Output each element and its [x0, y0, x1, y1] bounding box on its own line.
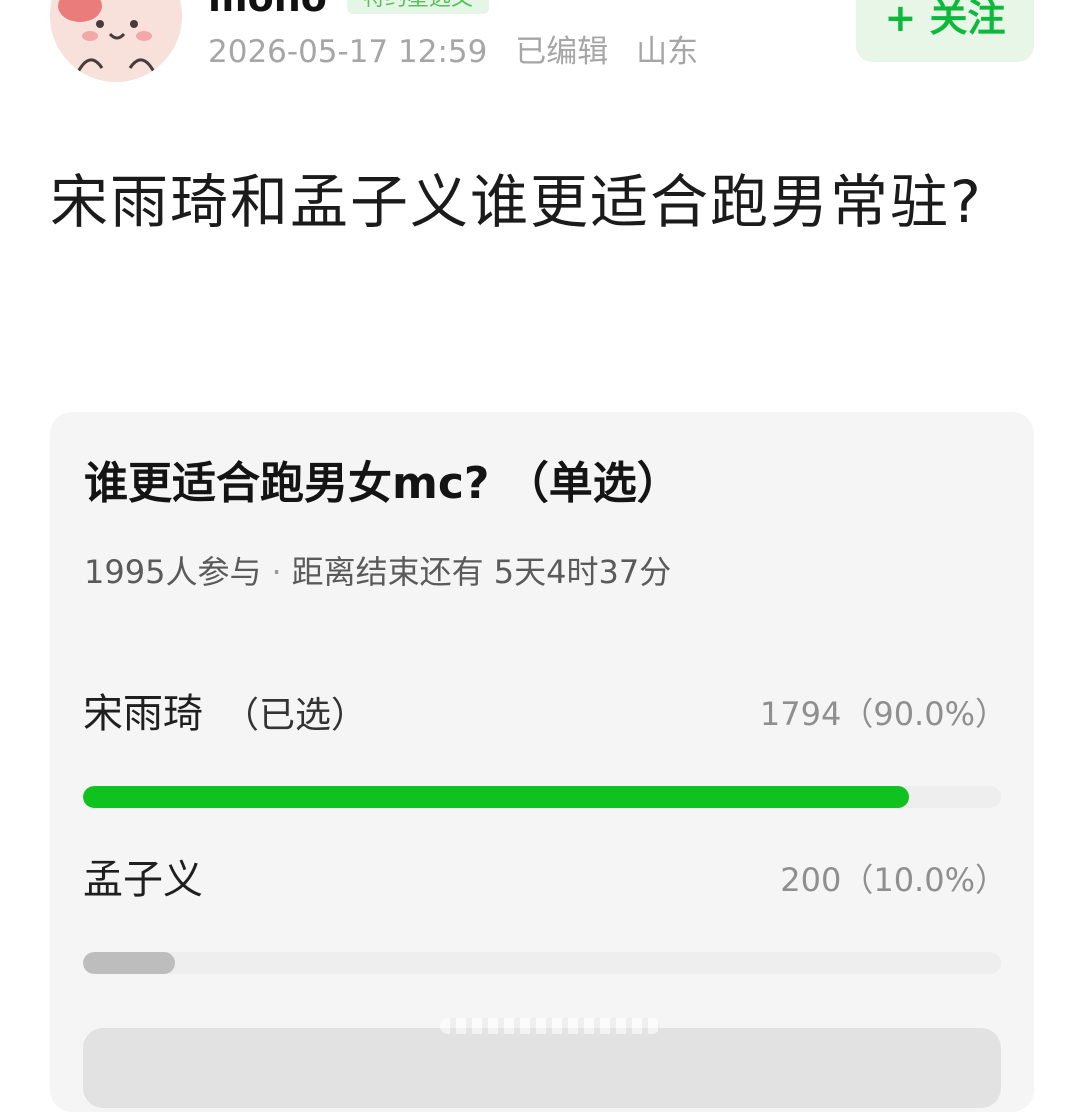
username[interactable]: mono — [208, 0, 327, 18]
poll-card: 谁更适合跑男女mc? （单选） 1995人参与 · 距离结束还有 5天4时37分 宋… — [50, 412, 1034, 1112]
poll-option-bar-fill — [83, 786, 910, 808]
poll-option-name: 宋雨琦 — [83, 691, 203, 737]
poll-question: 谁更适合跑男女mc? （单选） — [84, 458, 681, 509]
post-timestamp: 2026-05-17 12:59 — [208, 34, 488, 70]
poll-option-label: 孟子义 — [83, 848, 223, 914]
poll-participants: 1995人参与 — [84, 553, 262, 591]
post-title: 宋雨琦和孟子义谁更适合跑男常驻? — [50, 168, 983, 236]
avatar[interactable] — [50, 0, 182, 82]
poll-option-bar-fill — [83, 952, 175, 974]
poll-option-name: 孟子义 — [83, 857, 203, 903]
poll-deadline: 距离结束还有 5天4时37分 — [291, 553, 672, 591]
poll-meta-separator: · — [271, 553, 282, 591]
poll-option-count: 200（10.0%） — [780, 861, 1007, 899]
watermark — [440, 1018, 660, 1034]
post-meta: 2026-05-17 12:59 已编辑 山东 — [208, 32, 716, 72]
post-location: 山东 — [636, 34, 699, 70]
edited-label: 已编辑 — [515, 34, 609, 70]
poll-option-bar-track — [83, 952, 1001, 974]
poll-option-label: 宋雨琦 （已选） — [83, 682, 367, 748]
poll-action-button[interactable] — [83, 1028, 1001, 1108]
poll-meta: 1995人参与 · 距离结束还有 5天4时37分 — [84, 550, 671, 594]
follow-button[interactable]: + 关注 — [856, 0, 1034, 62]
cartoon-avatar-icon — [50, 0, 182, 82]
user-badge: 特约星选文 — [347, 0, 490, 14]
poll-option-bar-track — [83, 786, 1001, 808]
poll-option-selected-tag: （已选） — [223, 695, 368, 736]
poll-option-count: 1794（90.0%） — [759, 695, 1007, 733]
